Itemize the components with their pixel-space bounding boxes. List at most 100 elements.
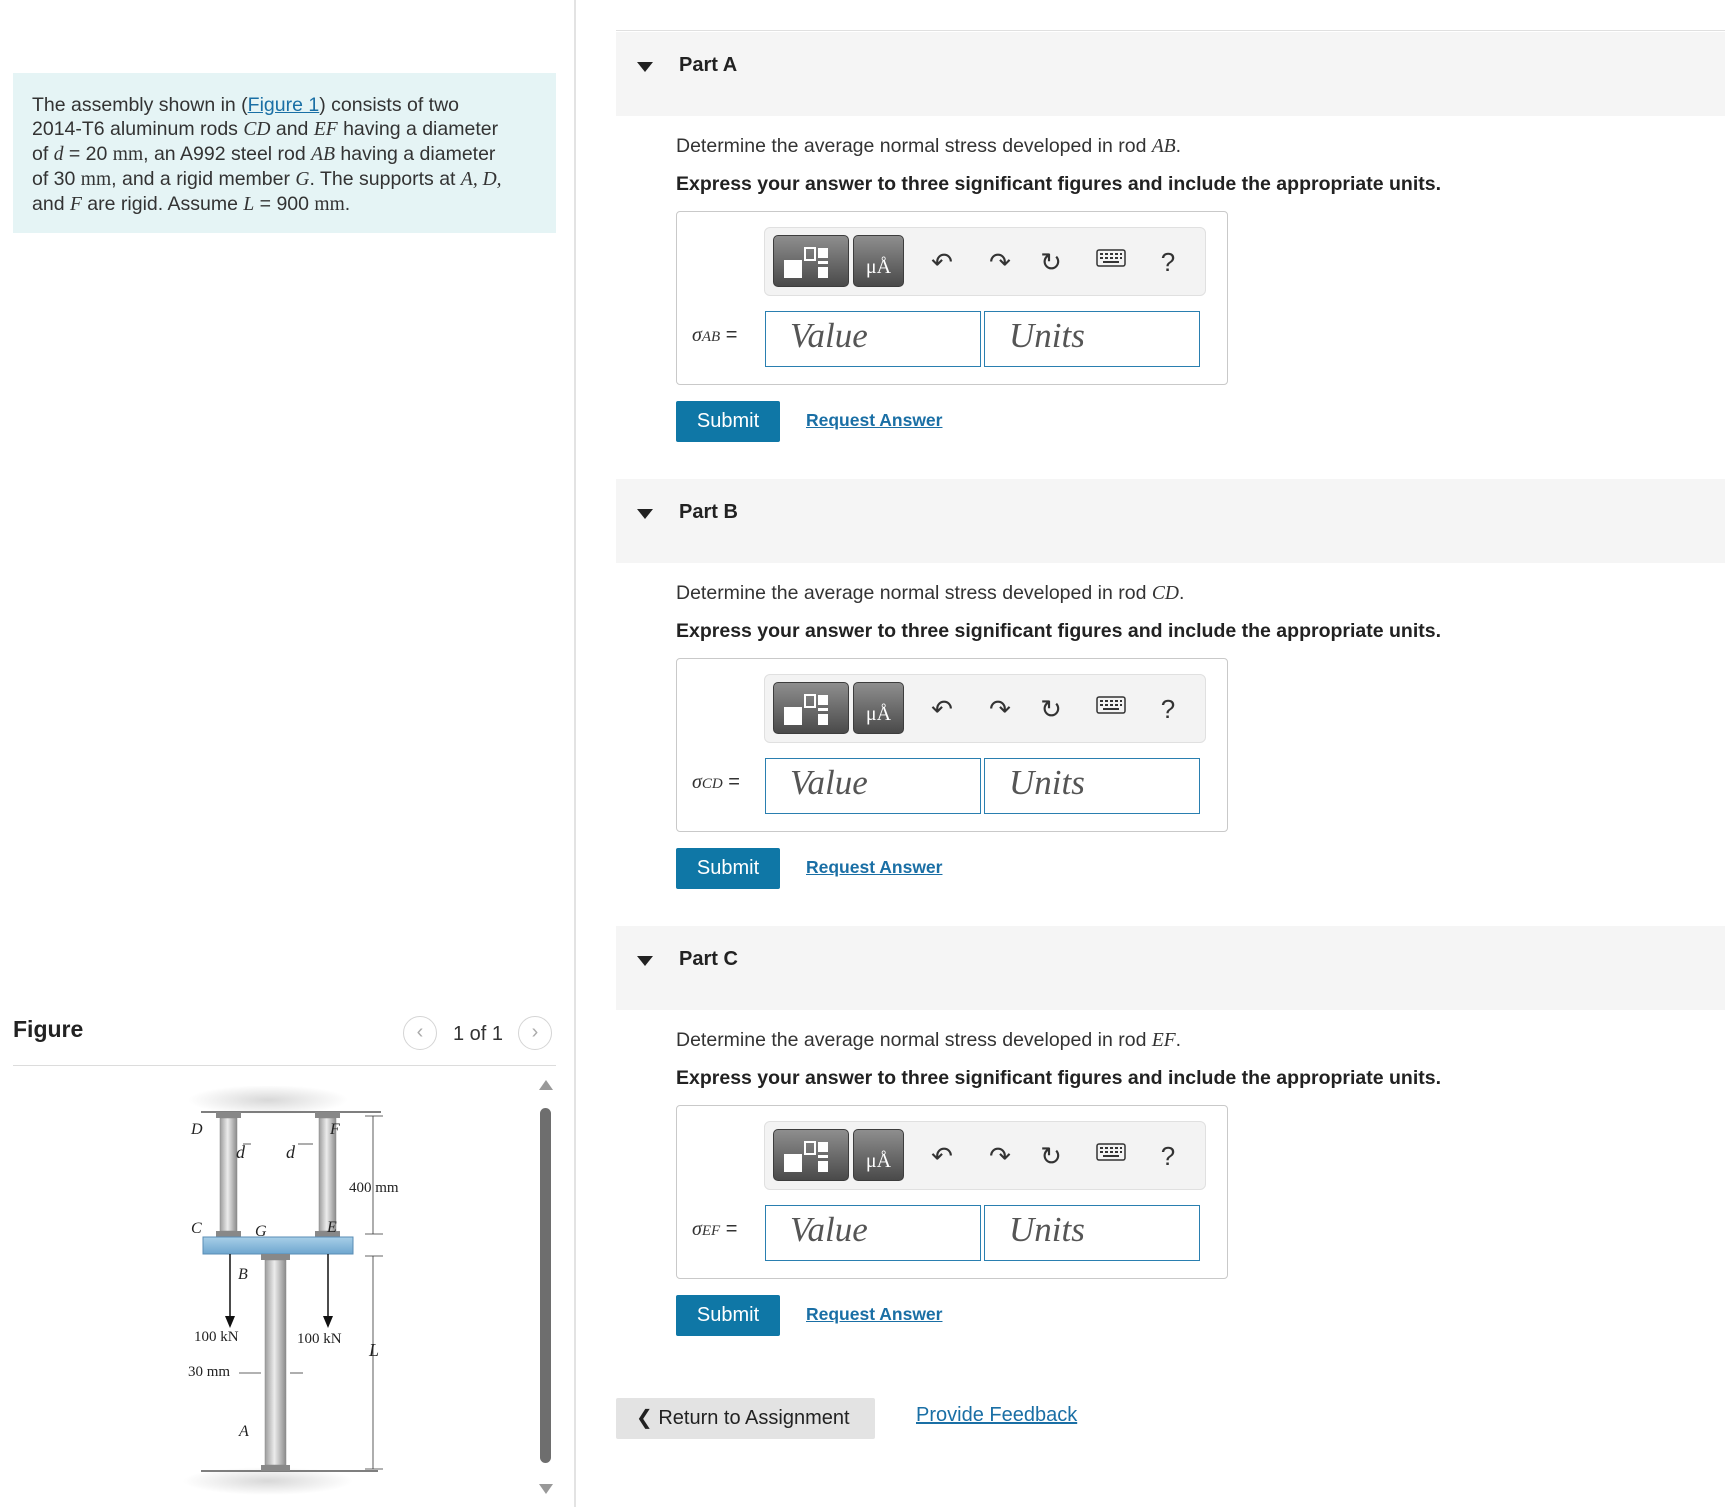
problem-text: having a diameter <box>337 118 499 140</box>
problem-panel: The assembly shown in (Figure 1) consist… <box>0 0 575 1507</box>
problem-text: . The supports at <box>309 168 461 190</box>
column-divider <box>574 0 576 1507</box>
undo-icon[interactable]: ↶ <box>924 244 960 280</box>
scroll-down-arrow-icon[interactable] <box>539 1484 553 1494</box>
caret-down-icon[interactable] <box>637 509 653 519</box>
reset-icon[interactable]: ↻ <box>1033 1138 1069 1174</box>
problem-text: of <box>32 143 54 165</box>
value-input[interactable]: Value <box>765 311 981 367</box>
units-icon: μÅ <box>865 256 892 278</box>
figure-link[interactable]: Figure 1 <box>248 94 320 116</box>
problem-text: . <box>344 193 351 215</box>
templates-button[interactable] <box>773 1129 849 1181</box>
answer-box: μÅ ↶ ↷ ↻ ? σAB = Value Units <box>676 211 1228 385</box>
equals-sign: = <box>728 771 740 793</box>
previous-figure-button[interactable]: ‹ <box>403 1016 437 1050</box>
part-b-section: Part B Determine the average normal stre… <box>616 479 1725 899</box>
keyboard-icon[interactable] <box>1093 1138 1129 1174</box>
question-period: . <box>1175 135 1182 157</box>
units-input[interactable]: Units <box>984 311 1200 367</box>
problem-text: ) consists of two <box>319 94 460 116</box>
help-icon[interactable]: ? <box>1150 1138 1186 1174</box>
chevron-left-icon: ❮ <box>636 1407 653 1429</box>
request-answer-link[interactable]: Request Answer <box>806 410 942 431</box>
submit-button[interactable]: Submit <box>676 1295 780 1336</box>
redo-icon[interactable]: ↷ <box>982 244 1018 280</box>
part-question: Determine the average normal stress deve… <box>676 135 1181 158</box>
scrollbar-thumb[interactable] <box>540 1108 551 1463</box>
math-toolbar: μÅ ↶ ↷ ↻ ? <box>764 227 1206 296</box>
rod-symbol: EF <box>1151 1030 1176 1051</box>
label-b: B <box>238 1266 248 1283</box>
units-input[interactable]: Units <box>984 1205 1200 1261</box>
problem-text: , and a rigid member <box>111 168 296 190</box>
label-load-right: 100 kN <box>297 1331 342 1347</box>
part-instruction: Express your answer to three significant… <box>676 1067 1441 1089</box>
problem-text: having a diameter <box>335 143 496 165</box>
units-button[interactable]: μÅ <box>853 682 904 734</box>
rigid-member-g <box>202 1236 354 1255</box>
sigma-subscript: AB <box>701 329 721 345</box>
questions-panel: Part A Determine the average normal stre… <box>578 0 1725 1507</box>
label-d-support: D <box>190 1121 203 1138</box>
request-answer-link[interactable]: Request Answer <box>806 1304 942 1325</box>
return-to-assignment-button[interactable]: ❮ Return to Assignment <box>616 1398 875 1439</box>
keyboard-icon[interactable] <box>1093 244 1129 280</box>
value-input[interactable]: Value <box>765 758 981 814</box>
keyboard-icon[interactable] <box>1093 691 1129 727</box>
label-l: L <box>368 1340 379 1360</box>
templates-button[interactable] <box>773 682 849 734</box>
equals-sign: = <box>725 324 738 346</box>
sigma-subscript: CD <box>701 776 723 792</box>
value-input[interactable]: Value <box>765 1205 981 1261</box>
provide-feedback-link[interactable]: Provide Feedback <box>916 1404 1077 1427</box>
undo-icon[interactable]: ↶ <box>924 1138 960 1174</box>
rod-symbol: AB <box>1151 136 1176 157</box>
problem-text: The assembly shown in ( <box>32 94 248 116</box>
assembly-figure: D F d d 400 mm C G E B 100 kN 100 kN 30 … <box>183 1086 399 1495</box>
math-toolbar: μÅ ↶ ↷ ↻ ? <box>764 674 1206 743</box>
top-support-shading <box>188 1086 348 1115</box>
help-icon[interactable]: ? <box>1150 244 1186 280</box>
figure-scrollbar[interactable] <box>535 1080 555 1500</box>
question-period: . <box>1178 582 1185 604</box>
redo-icon[interactable]: ↷ <box>982 1138 1018 1174</box>
reset-icon[interactable]: ↻ <box>1033 244 1069 280</box>
part-header[interactable]: Part A <box>616 32 1725 116</box>
question-period: . <box>1175 1029 1182 1051</box>
submit-button[interactable]: Submit <box>676 401 780 442</box>
figure-header: Figure ‹ 1 of 1 › <box>13 1010 556 1066</box>
diameter-symbol: d <box>53 144 64 165</box>
answer-box: μÅ ↶ ↷ ↻ ? σCD = Value Units <box>676 658 1228 832</box>
redo-icon[interactable]: ↷ <box>982 691 1018 727</box>
scroll-up-arrow-icon[interactable] <box>539 1080 553 1090</box>
units-button[interactable]: μÅ <box>853 235 904 287</box>
sigma-symbol: σ <box>692 1218 702 1240</box>
undo-icon[interactable]: ↶ <box>924 691 960 727</box>
load-right-arrowhead <box>323 1316 333 1328</box>
chevron-left-icon: ‹ <box>416 1021 424 1043</box>
unit-mm: mm <box>80 169 112 190</box>
units-button[interactable]: μÅ <box>853 1129 904 1181</box>
answer-variable-label: σEF = <box>692 1218 737 1241</box>
templates-icon <box>784 694 828 725</box>
problem-text: of 30 <box>32 168 81 190</box>
request-answer-link[interactable]: Request Answer <box>806 857 942 878</box>
caret-down-icon[interactable] <box>637 956 653 966</box>
help-icon[interactable]: ? <box>1150 691 1186 727</box>
part-header[interactable]: Part B <box>616 479 1725 563</box>
label-load-left: 100 kN <box>194 1329 239 1345</box>
submit-button[interactable]: Submit <box>676 848 780 889</box>
templates-button[interactable] <box>773 235 849 287</box>
units-input[interactable]: Units <box>984 758 1200 814</box>
support-f-symbol: F <box>69 194 82 215</box>
caret-down-icon[interactable] <box>637 62 653 72</box>
next-figure-button[interactable]: › <box>518 1016 552 1050</box>
label-400-mm: 400 mm <box>349 1180 399 1196</box>
part-instruction: Express your answer to three significant… <box>676 620 1441 642</box>
part-header[interactable]: Part C <box>616 926 1725 1010</box>
reset-icon[interactable]: ↻ <box>1033 691 1069 727</box>
problem-text: = 900 <box>254 193 315 215</box>
label-d-diameter-2: d <box>286 1142 296 1162</box>
label-f-support: F <box>329 1121 340 1138</box>
